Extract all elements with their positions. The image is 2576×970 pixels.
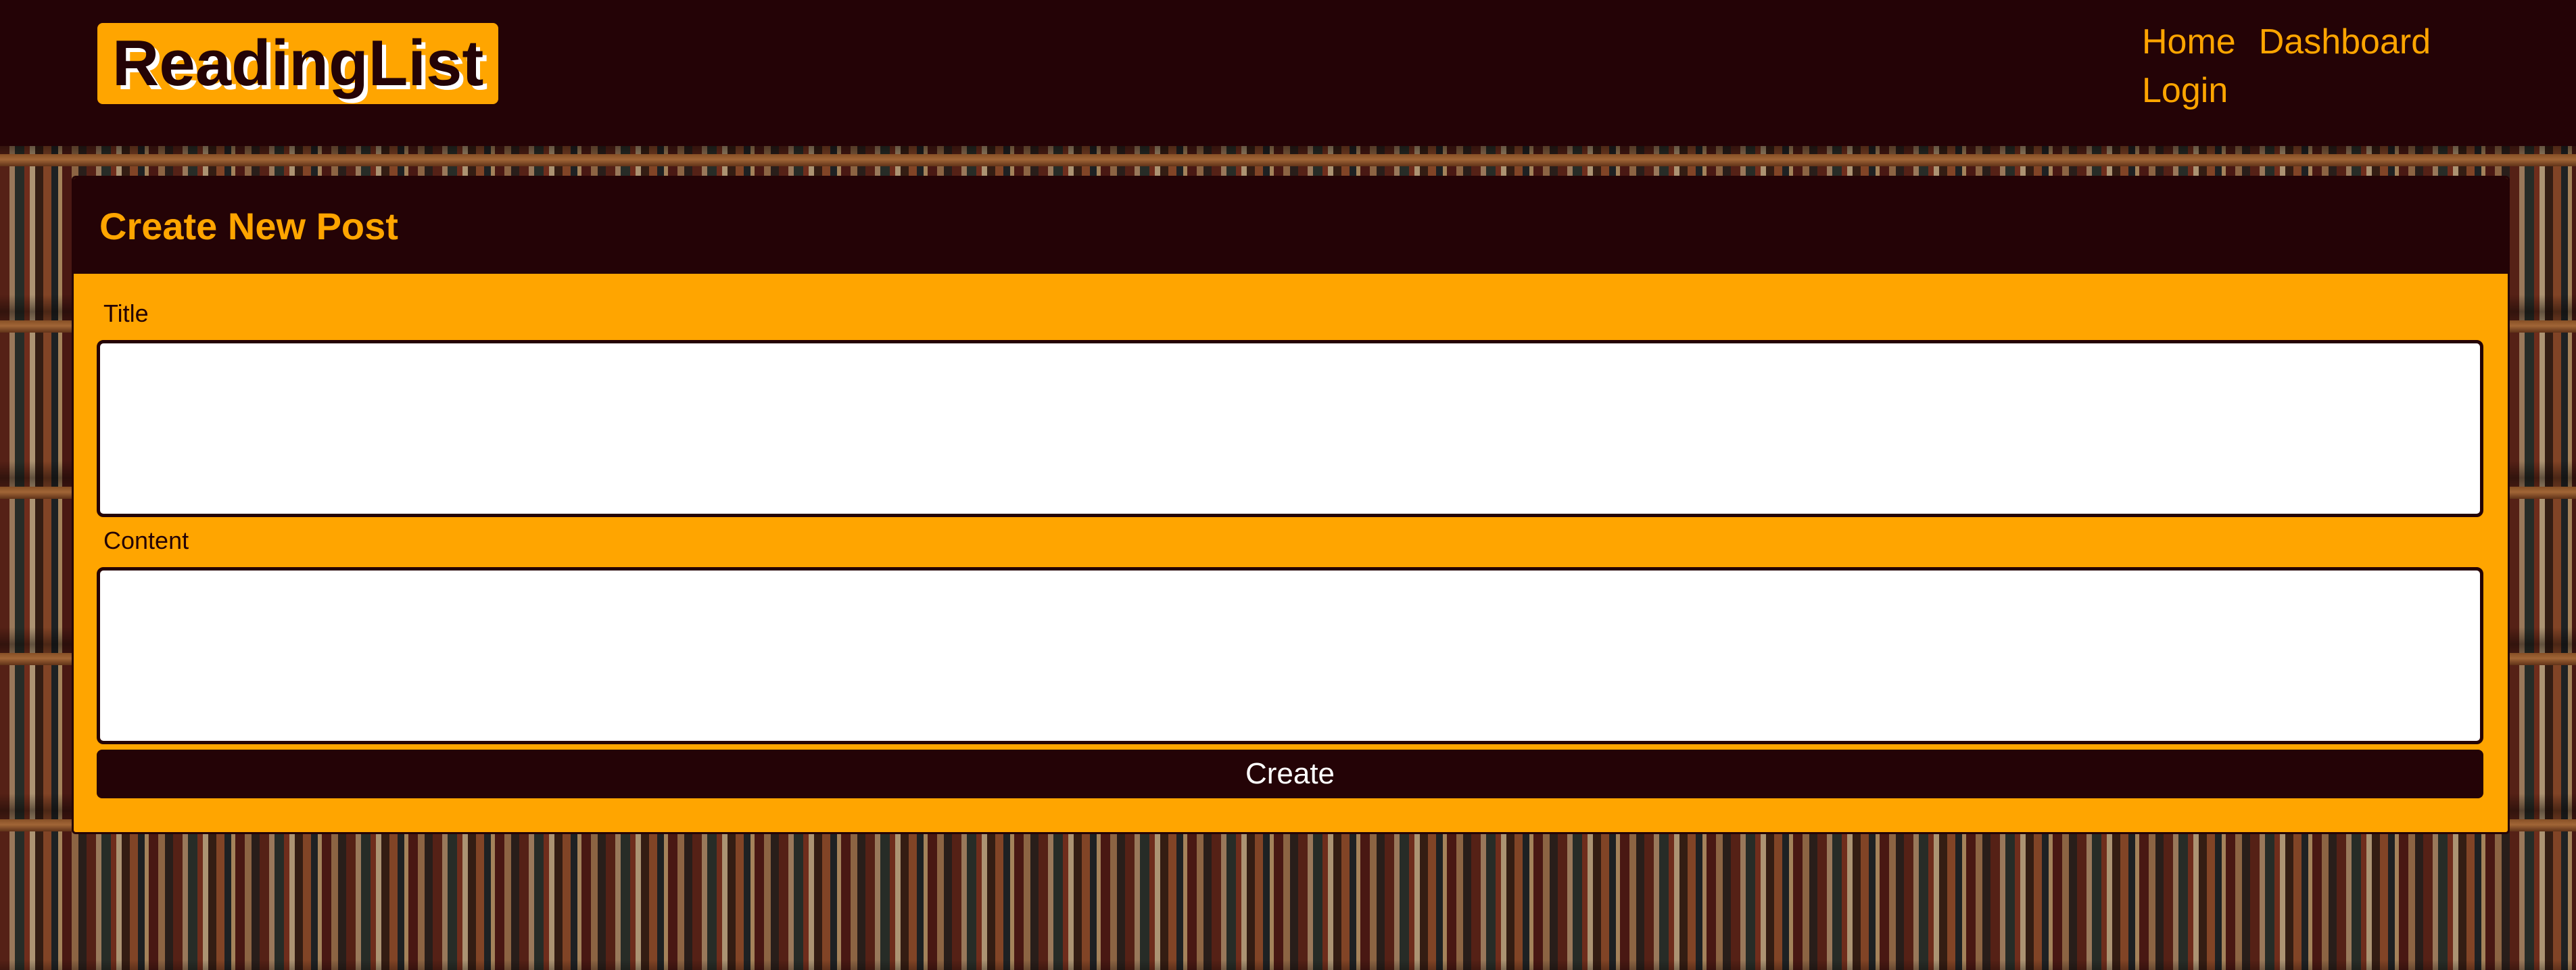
nav-link-dashboard[interactable]: Dashboard bbox=[2259, 20, 2431, 64]
create-button[interactable]: Create bbox=[97, 750, 2483, 798]
main-nav: Home Dashboard Login bbox=[2142, 20, 2453, 112]
title-label: Title bbox=[103, 299, 149, 327]
nav-link-login[interactable]: Login bbox=[2142, 69, 2228, 112]
content-input[interactable] bbox=[97, 567, 2483, 744]
content-label: Content bbox=[103, 527, 189, 554]
site-logo[interactable]: ReadingList bbox=[97, 23, 499, 104]
create-post-card: Create New Post Title Content Create bbox=[72, 176, 2510, 834]
create-post-form: Title Content Create bbox=[74, 274, 2508, 798]
page-title: Create New Post bbox=[99, 204, 398, 247]
card-header: Create New Post bbox=[74, 178, 2508, 274]
nav-link-home[interactable]: Home bbox=[2142, 20, 2236, 64]
title-input[interactable] bbox=[97, 340, 2483, 517]
site-header: ReadingList Home Dashboard Login bbox=[0, 0, 2576, 146]
